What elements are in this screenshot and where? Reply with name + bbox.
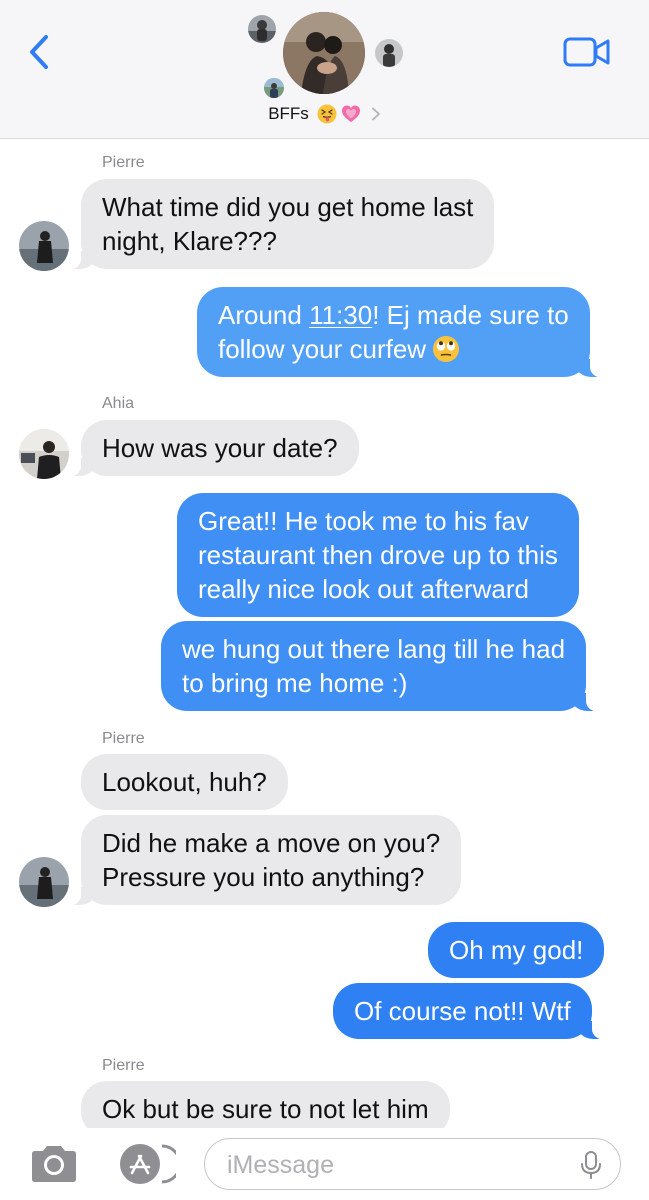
back-button[interactable]	[24, 34, 54, 70]
message-text: follow your curfew	[218, 334, 427, 364]
input-placeholder: iMessage	[227, 1151, 334, 1179]
sender-name: Ahia	[102, 395, 135, 412]
message-text: Around	[218, 300, 310, 330]
avatar-ahia[interactable]	[19, 429, 69, 479]
video-call-button[interactable]	[563, 36, 611, 68]
conversation-header: BFFs	[0, 0, 649, 139]
message-text: ! Ej made sure to	[372, 300, 569, 330]
message-line: really nice look out afterward	[198, 574, 529, 604]
message-line: Pressure you into anything?	[102, 862, 425, 892]
message-line: How was your date?	[102, 433, 338, 463]
incoming-message[interactable]: What time did you get home last night, K…	[67, 179, 495, 269]
face-with-rolling-eyes-icon	[433, 336, 460, 362]
message-line: Great!! He took me to his fav	[198, 506, 529, 536]
member-avatar	[375, 39, 403, 67]
message-line: night, Klare???	[102, 226, 277, 256]
app-store-button[interactable]	[114, 1142, 182, 1186]
group-title[interactable]: BFFs	[0, 100, 649, 128]
chevron-left-icon	[30, 35, 48, 69]
incoming-message[interactable]: Lookout, huh?	[81, 754, 288, 810]
message-line: follow your curfew	[218, 332, 569, 366]
message-line: Lookout, huh?	[102, 767, 267, 797]
outgoing-message[interactable]: Of course not!! Wtf	[333, 983, 605, 1039]
growing-heart-icon	[341, 105, 360, 122]
group-avatar[interactable]	[283, 12, 365, 94]
camera-button[interactable]	[28, 1144, 80, 1184]
message-line: Of course not!! Wtf	[354, 996, 571, 1026]
app-store-icon	[120, 1144, 182, 1184]
message-line: Did he make a move on you?	[102, 828, 441, 858]
sender-name: Pierre	[102, 1057, 145, 1074]
avatar-pierre[interactable]	[19, 221, 69, 271]
incoming-message[interactable]: How was your date?	[68, 420, 359, 476]
outgoing-message[interactable]: Around 11:30! Ej made sure to follow you…	[197, 287, 603, 377]
member-avatar	[248, 15, 276, 43]
video-camera-icon	[563, 37, 610, 67]
outgoing-message[interactable]: we hung out there lang till he had to br…	[161, 621, 600, 711]
composer-bar: iMessage	[0, 1128, 649, 1200]
message-input[interactable]: iMessage	[204, 1138, 621, 1190]
time-link[interactable]: 11:30	[309, 300, 372, 330]
message-line: Ok but be sure to not let him	[102, 1094, 429, 1124]
outgoing-message[interactable]: Great!! He took me to his fav restaurant…	[177, 493, 579, 617]
chevron-right-icon	[371, 107, 380, 121]
message-line: What time did you get home last	[102, 192, 474, 222]
message-line: restaurant then drove up to this	[198, 540, 558, 570]
squinting-face-tongue-icon	[317, 104, 337, 124]
member-avatar	[264, 78, 284, 98]
sender-name: Pierre	[102, 730, 145, 747]
camera-icon	[32, 1146, 76, 1182]
avatar-pierre[interactable]	[19, 857, 69, 907]
outgoing-message[interactable]: Oh my god!	[428, 922, 605, 978]
group-name: BFFs	[268, 104, 309, 123]
message-line: Around 11:30! Ej made sure to	[218, 298, 569, 332]
incoming-message[interactable]: Did he make a move on you? Pressure you …	[67, 815, 462, 905]
sender-name: Pierre	[102, 154, 145, 171]
message-line: Oh my god!	[449, 935, 584, 965]
message-line: to bring me home :)	[182, 668, 408, 698]
messages-screen: BFFs Pierre What time did you get home l…	[0, 0, 649, 1200]
microphone-icon[interactable]	[580, 1151, 602, 1179]
message-line: we hung out there lang till he had	[182, 634, 566, 664]
